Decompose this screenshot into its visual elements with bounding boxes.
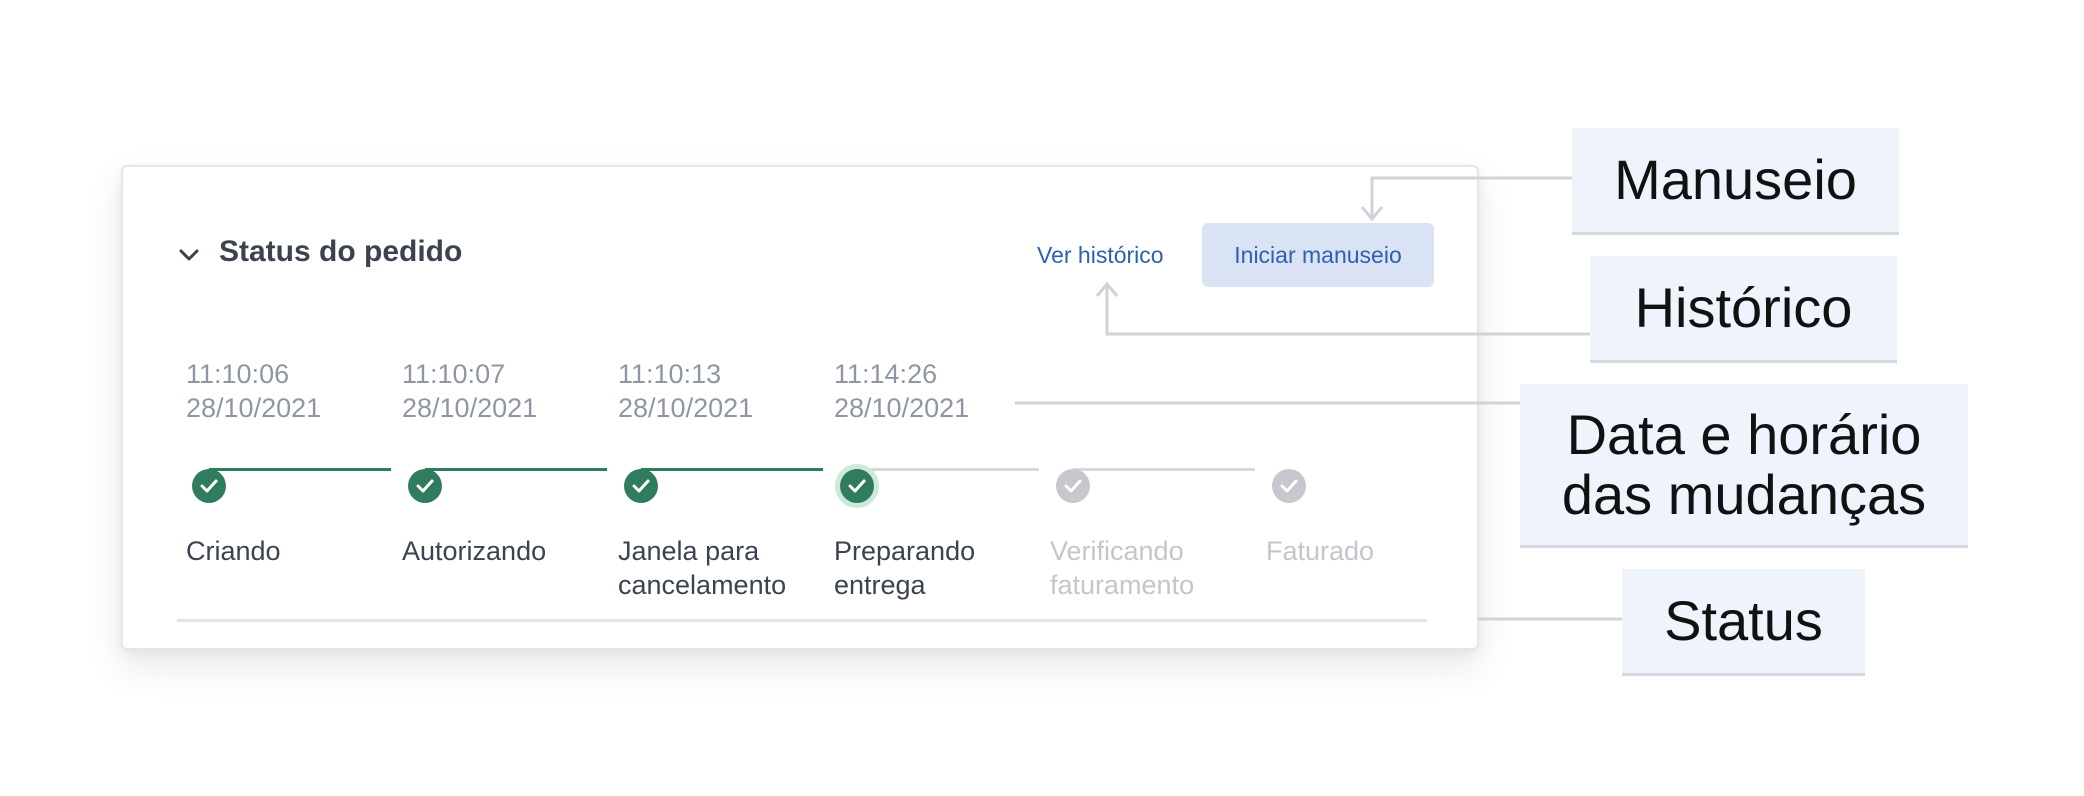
timeline-step-current: 11:14:26 28/10/2021 Preparando entrega bbox=[834, 357, 1044, 600]
status-timeline: 11:10:06 28/10/2021 Criando 11:10:07 28/… bbox=[123, 167, 1477, 648]
check-icon bbox=[192, 469, 226, 503]
callout-data-horario: Data e horário das mudanças bbox=[1520, 384, 1968, 548]
timeline-segment bbox=[641, 468, 823, 471]
callout-label-line: das mudanças bbox=[1561, 462, 1927, 526]
step-label: Verificando faturamento bbox=[1050, 534, 1194, 602]
timeline-segment bbox=[209, 468, 391, 471]
check-icon bbox=[624, 469, 658, 503]
step-label-line: faturamento bbox=[1050, 570, 1195, 600]
callout-label-line: Data e horário bbox=[1566, 402, 1922, 466]
step-label-line: entrega bbox=[834, 570, 926, 600]
check-icon bbox=[1056, 469, 1090, 503]
check-icon bbox=[408, 469, 442, 503]
step-label-line: Criando bbox=[186, 536, 281, 566]
timeline-step: 11:10:07 28/10/2021 Autorizando bbox=[402, 357, 612, 566]
step-label: Autorizando bbox=[402, 534, 546, 568]
check-icon bbox=[1272, 469, 1306, 503]
timeline-step: 11:10:13 28/10/2021 Janela para cancelam… bbox=[618, 357, 828, 600]
step-date: 28/10/2021 bbox=[834, 393, 970, 423]
step-time: 11:10:07 bbox=[402, 359, 506, 389]
timeline-segment bbox=[857, 468, 1039, 471]
step-time: 11:10:13 bbox=[618, 359, 722, 389]
step-label: Janela para cancelamento bbox=[618, 534, 786, 602]
order-status-card: Status do pedido Ver histórico Iniciar m… bbox=[121, 165, 1479, 650]
step-label: Faturado bbox=[1266, 534, 1374, 568]
step-label-line: Verificando bbox=[1050, 536, 1184, 566]
timeline-segment bbox=[425, 468, 607, 471]
step-label: Preparando entrega bbox=[834, 534, 975, 602]
step-label-line: Faturado bbox=[1266, 536, 1375, 566]
callout-label: Manuseio bbox=[1614, 148, 1857, 211]
step-label-line: Janela para bbox=[618, 536, 760, 566]
step-date: 28/10/2021 bbox=[186, 393, 322, 423]
step-date: 28/10/2021 bbox=[618, 393, 754, 423]
step-label-line: Autorizando bbox=[402, 536, 547, 566]
step-time: 11:10:06 bbox=[186, 359, 290, 389]
callout-label: Histórico bbox=[1634, 276, 1853, 339]
callout-label: Data e horário das mudanças bbox=[1561, 402, 1927, 526]
timeline-segment bbox=[1073, 468, 1255, 471]
callout-historico: Histórico bbox=[1590, 256, 1897, 363]
card-divider bbox=[177, 619, 1427, 622]
step-label-line: Preparando bbox=[834, 536, 976, 566]
step-label: Criando bbox=[186, 534, 281, 568]
step-time: 11:14:26 bbox=[834, 359, 938, 389]
timeline-step: 11:10:06 28/10/2021 Criando bbox=[186, 357, 396, 566]
step-date: 28/10/2021 bbox=[402, 393, 538, 423]
callout-status: Status bbox=[1622, 569, 1865, 676]
callout-manuseio: Manuseio bbox=[1572, 128, 1899, 235]
check-icon bbox=[840, 469, 874, 503]
step-label-line: cancelamento bbox=[618, 570, 787, 600]
callout-label: Status bbox=[1664, 589, 1823, 652]
